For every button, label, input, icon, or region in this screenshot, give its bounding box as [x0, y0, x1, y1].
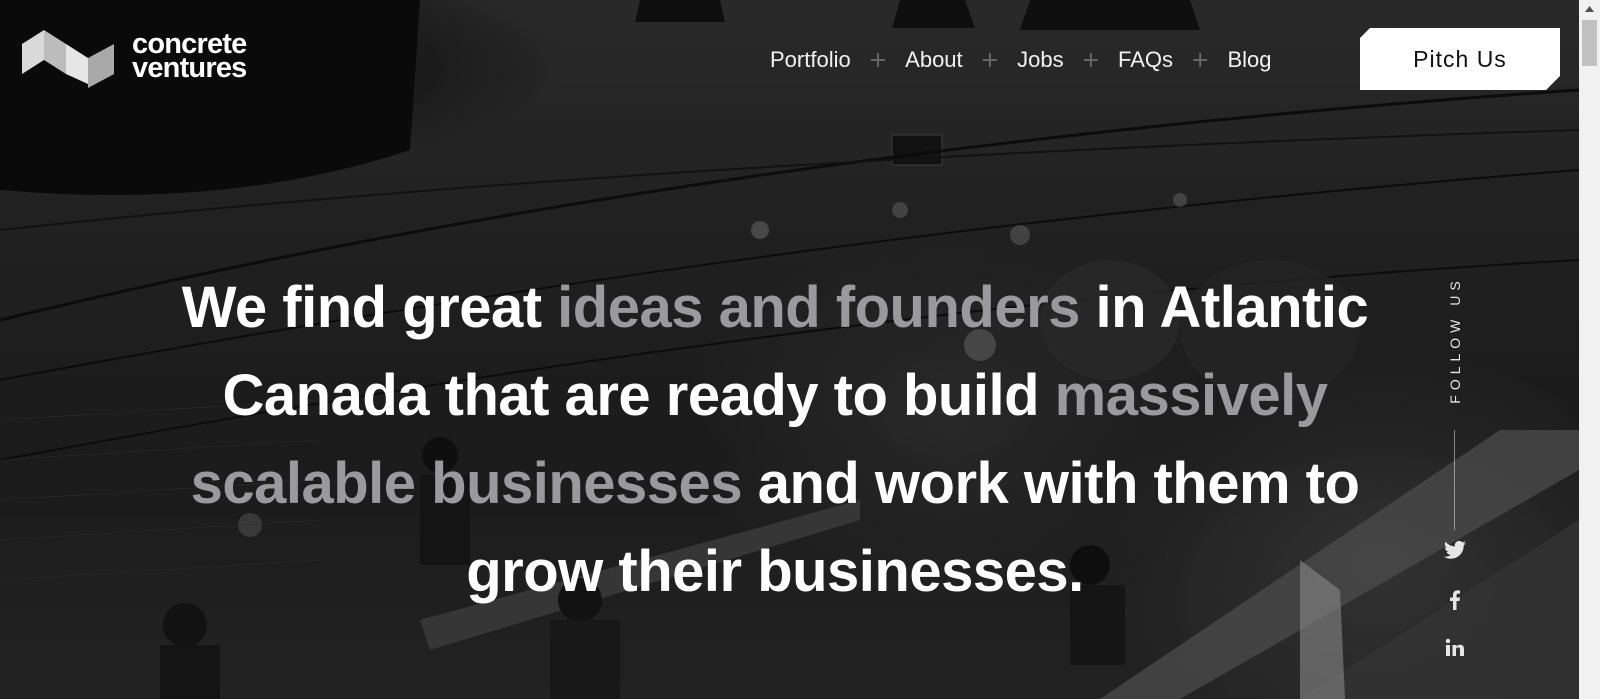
hero-section: concrete ventures Portfolio + About + Jo… [0, 0, 1579, 699]
nav-separator: + [1081, 47, 1101, 73]
facebook-link[interactable] [1443, 588, 1467, 612]
nav-link-blog[interactable]: Blog [1227, 47, 1271, 73]
scroll-up-arrow-icon[interactable] [1579, 0, 1600, 17]
hero-headline: We find great ideas and founders in Atla… [180, 264, 1370, 616]
page-scrollbar[interactable] [1579, 0, 1600, 699]
nav-separator: + [868, 47, 888, 73]
headline-highlight: ideas and founders [557, 275, 1080, 340]
follow-us-divider [1454, 430, 1455, 530]
nav-link-portfolio[interactable]: Portfolio [770, 47, 851, 73]
nav-link-faqs[interactable]: FAQs [1118, 47, 1173, 73]
follow-us-panel: FOLLOW US [1440, 270, 1470, 690]
nav-link-jobs[interactable]: Jobs [1017, 47, 1063, 73]
nav-separator: + [1191, 47, 1210, 73]
twitter-link[interactable] [1443, 538, 1467, 562]
pitch-us-button[interactable]: Pitch Us [1360, 28, 1560, 90]
twitter-icon [1444, 540, 1466, 559]
main-nav: Portfolio + About + Jobs + FAQs + Blog [770, 44, 1272, 76]
brand-logo-link[interactable]: concrete ventures [18, 22, 247, 90]
headline-part: We find great [181, 275, 558, 340]
nav-link-about[interactable]: About [905, 47, 963, 73]
linkedin-link[interactable] [1443, 636, 1467, 660]
brand-name: concrete ventures [132, 30, 247, 84]
linkedin-icon [1445, 638, 1464, 656]
follow-us-label: FOLLOW US [1447, 276, 1463, 404]
scrollbar-thumb[interactable] [1582, 20, 1597, 66]
brand-name-line-2: ventures [132, 52, 247, 84]
nav-separator: + [980, 47, 1000, 73]
concrete-ventures-logo-icon [22, 30, 114, 88]
facebook-icon [1450, 590, 1460, 610]
browser-viewport: concrete ventures Portfolio + About + Jo… [0, 0, 1600, 699]
